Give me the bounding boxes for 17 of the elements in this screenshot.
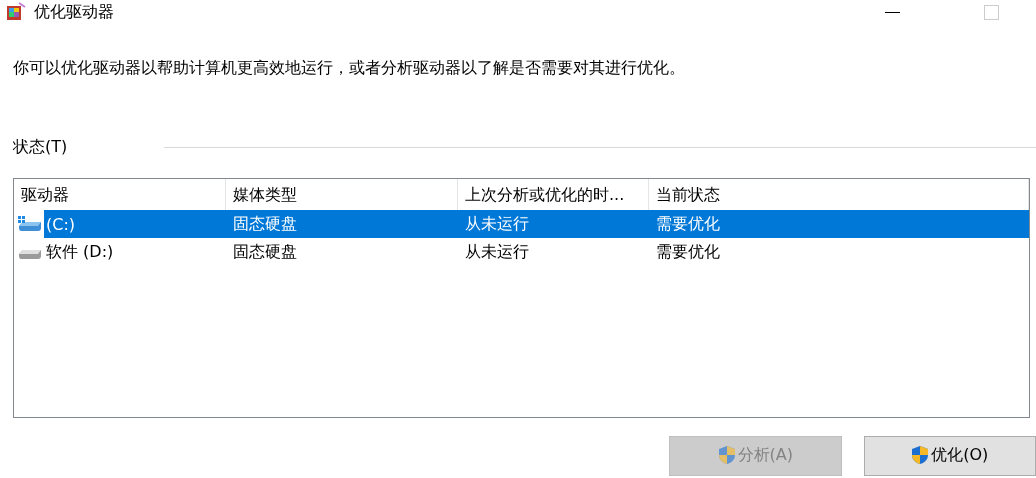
- drive-name[interactable]: 软件 (D:): [44, 238, 226, 266]
- table-cell: 从未运行: [458, 210, 649, 238]
- table-cell: 固态硬盘: [226, 210, 458, 238]
- drive-name[interactable]: (C:): [44, 210, 226, 238]
- minimize-icon[interactable]: [884, 11, 900, 13]
- window-title: 优化驱动器: [34, 1, 114, 23]
- optimize-button[interactable]: 优化(O): [863, 436, 1036, 476]
- table-cell-text: 从未运行: [464, 240, 530, 263]
- shield-icon: [911, 445, 930, 465]
- description-text: 你可以优化驱动器以帮助计算机更高效地运行，或者分析驱动器以了解是否需要对其进行优化。: [13, 58, 686, 79]
- status-label: 状态(T): [13, 137, 69, 158]
- shield-icon: [717, 445, 736, 465]
- table-cell-text: 固态硬盘: [232, 240, 298, 263]
- app-icon: [6, 2, 26, 22]
- table-cell: 需要优化: [649, 210, 1029, 238]
- table-cell-text: 需要优化: [655, 240, 721, 263]
- drive-icon: [18, 216, 42, 232]
